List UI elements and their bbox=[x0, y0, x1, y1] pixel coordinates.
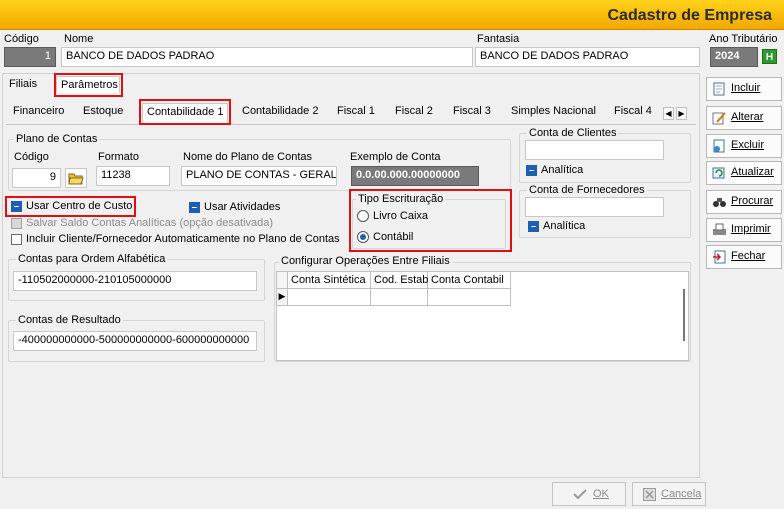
codigo-field[interactable]: 1 bbox=[4, 47, 56, 67]
grid-scrollbar[interactable] bbox=[683, 289, 685, 341]
operacoes-title: Configurar Operações Entre Filiais bbox=[279, 255, 452, 267]
close-door-icon bbox=[713, 250, 726, 264]
codigo-label: Código bbox=[4, 33, 39, 45]
contas-resultado-field[interactable]: -400000000000-500000000000-600000000000 bbox=[13, 331, 257, 351]
highlight-usar-centro-custo bbox=[5, 196, 136, 217]
highlight-contabilidade-1 bbox=[139, 99, 231, 125]
atualizar-label: Atualizar bbox=[731, 166, 774, 178]
excluir-label: Excluir bbox=[731, 139, 765, 151]
fantasia-field[interactable]: BANCO DE DADOS PADRAO bbox=[475, 47, 700, 67]
grid-indicator-header bbox=[277, 272, 288, 289]
atualizar-button[interactable]: Atualizar bbox=[706, 161, 782, 185]
plano-contas-title: Plano de Contas bbox=[14, 133, 100, 145]
excluir-button[interactable]: Excluir bbox=[706, 134, 782, 158]
ok-button[interactable]: OK bbox=[552, 482, 626, 506]
ano-history-button[interactable]: H bbox=[762, 49, 777, 64]
plano-codigo-label: Código bbox=[14, 151, 49, 163]
fechar-label: Fechar bbox=[731, 250, 766, 262]
tab-fiscal-4[interactable]: Fiscal 4 bbox=[610, 103, 656, 119]
tab-scroll-left-icon[interactable]: ◀ bbox=[663, 107, 674, 120]
tab-fiscal-2[interactable]: Fiscal 2 bbox=[391, 103, 437, 119]
cancela-label: Cancela bbox=[661, 488, 702, 500]
conta-clientes-title: Conta de Clientes bbox=[527, 127, 619, 139]
formato-label: Formato bbox=[98, 151, 139, 163]
edit-icon bbox=[712, 112, 726, 125]
incluir-cliente-checkbox[interactable] bbox=[11, 234, 22, 245]
refresh-icon bbox=[712, 167, 725, 179]
title-bar: Cadastro de Empresa bbox=[0, 0, 784, 30]
highlight-tipo-escrituracao bbox=[349, 189, 512, 252]
alterar-button[interactable]: Alterar bbox=[706, 106, 782, 130]
fantasia-label: Fantasia bbox=[477, 33, 520, 45]
salvar-saldo-label: Salvar Saldo Contas Analíticas (opção de… bbox=[26, 217, 274, 229]
clientes-analitica-label: Analítica bbox=[541, 164, 584, 176]
ano-tributario-label: Ano Tributário bbox=[709, 33, 778, 45]
tab-simples-nacional[interactable]: Simples Nacional bbox=[507, 103, 600, 119]
salvar-saldo-checkbox bbox=[11, 218, 22, 229]
incluir-label: Incluir bbox=[731, 82, 761, 94]
folder-icon bbox=[68, 173, 84, 185]
incluir-cliente-label: Incluir Cliente/Fornecedor Automaticamen… bbox=[26, 233, 340, 245]
ano-tributario-field[interactable]: 2024 bbox=[710, 47, 758, 67]
contas-alfabetica-title: Contas para Ordem Alfabética bbox=[16, 253, 168, 265]
fechar-button[interactable]: Fechar bbox=[706, 245, 782, 269]
nome-field[interactable]: BANCO DE DADOS PADRAO bbox=[61, 47, 473, 67]
tab-fiscal-3[interactable]: Fiscal 3 bbox=[449, 103, 495, 119]
check-icon bbox=[573, 489, 587, 500]
tab-contabilidade-2[interactable]: Contabilidade 2 bbox=[238, 103, 322, 119]
formato-field[interactable]: 11238 bbox=[96, 166, 170, 186]
grid-header-conta-contabil[interactable]: Conta Contabil bbox=[428, 272, 511, 289]
folder-lookup-button[interactable] bbox=[65, 168, 87, 188]
conta-fornecedores-title: Conta de Fornecedores bbox=[527, 184, 647, 196]
row-pointer-icon: ▶ bbox=[277, 289, 288, 306]
delete-icon bbox=[713, 139, 725, 153]
conta-clientes-field[interactable] bbox=[525, 140, 664, 160]
window-title: Cadastro de Empresa bbox=[607, 7, 772, 24]
highlight-parametros bbox=[54, 73, 123, 97]
grid-header-cod-estab[interactable]: Cod. Estab bbox=[371, 272, 428, 289]
grid-header-conta-sintetica[interactable]: Conta Sintética bbox=[288, 272, 371, 289]
usar-atividades-label: Usar Atividades bbox=[204, 201, 281, 213]
new-document-icon bbox=[713, 82, 725, 96]
printer-icon bbox=[713, 223, 726, 235]
conta-fornecedores-field[interactable] bbox=[525, 197, 664, 217]
grid-cell[interactable] bbox=[371, 289, 428, 306]
operacoes-grid[interactable]: Conta Sintética Cod. Estab Conta Contabi… bbox=[276, 271, 689, 361]
alterar-label: Alterar bbox=[731, 111, 764, 123]
exemplo-conta-label: Exemplo de Conta bbox=[350, 151, 441, 163]
grid-cell[interactable] bbox=[288, 289, 371, 306]
imprimir-label: Imprimir bbox=[731, 223, 771, 235]
imprimir-button[interactable]: Imprimir bbox=[706, 218, 782, 242]
tab-fiscal-1[interactable]: Fiscal 1 bbox=[333, 103, 379, 119]
incluir-button[interactable]: Incluir bbox=[706, 77, 782, 101]
tab-scroll-right-icon[interactable]: ▶ bbox=[676, 107, 687, 120]
plano-codigo-field[interactable]: 9 bbox=[12, 168, 61, 188]
tab-financeiro[interactable]: Financeiro bbox=[9, 103, 68, 119]
usar-atividades-checkbox[interactable] bbox=[189, 202, 200, 213]
procurar-label: Procurar bbox=[731, 195, 774, 207]
contas-resultado-title: Contas de Resultado bbox=[16, 314, 123, 326]
fornecedores-analitica-label: Analítica bbox=[543, 220, 586, 232]
contas-alfabetica-field[interactable]: -110502000000-210105000000 bbox=[13, 271, 257, 291]
clientes-analitica-checkbox[interactable] bbox=[526, 165, 537, 176]
binoculars-icon bbox=[713, 198, 726, 207]
procurar-button[interactable]: Procurar bbox=[706, 190, 782, 214]
exemplo-conta-field: 0.0.00.000.00000000 bbox=[351, 166, 479, 186]
nome-label: Nome bbox=[64, 33, 94, 45]
fornecedores-analitica-checkbox[interactable] bbox=[528, 221, 539, 232]
cancel-icon bbox=[643, 488, 656, 501]
nome-plano-field[interactable]: PLANO DE CONTAS - GERAL bbox=[181, 166, 337, 186]
grid-cell[interactable] bbox=[428, 289, 511, 306]
tab-filiais[interactable]: Filiais bbox=[5, 76, 41, 92]
cancela-button[interactable]: Cancela bbox=[632, 482, 706, 506]
nome-plano-label: Nome do Plano de Contas bbox=[183, 151, 313, 163]
ok-label: OK bbox=[593, 488, 609, 500]
tab-estoque[interactable]: Estoque bbox=[79, 103, 127, 119]
